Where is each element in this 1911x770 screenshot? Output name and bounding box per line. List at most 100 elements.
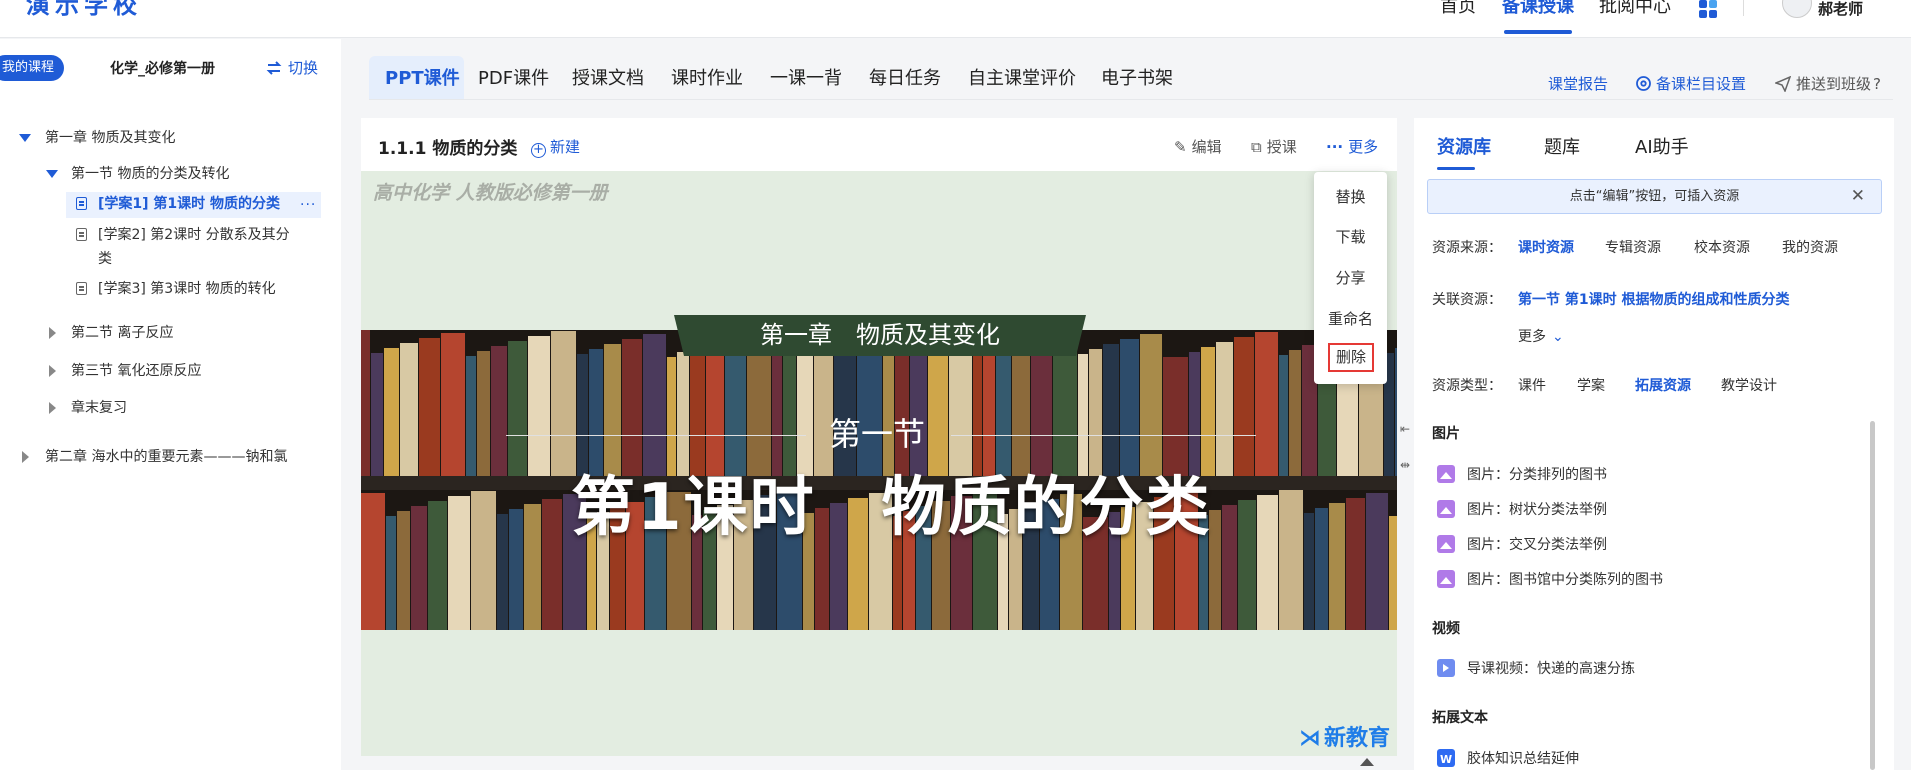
- book-spine: [397, 511, 410, 630]
- book-spine: [1216, 342, 1233, 476]
- expand-chevron-icon[interactable]: [46, 170, 58, 178]
- resource-item[interactable]: 图片：交叉分类法举例: [1437, 535, 1607, 555]
- book-spine: [384, 348, 399, 476]
- tree-item-lesson-2[interactable]: [学案2] 第2课时 分散系及其分: [98, 225, 290, 245]
- book-spine: [1366, 493, 1388, 630]
- menu-download[interactable]: 下载: [1314, 226, 1387, 247]
- related-resource-link[interactable]: 第一节 第1课时 根据物质的组成和性质分类: [1518, 289, 1790, 309]
- edit-button[interactable]: ✎ 编辑: [1174, 136, 1222, 157]
- book-spine: [1395, 348, 1397, 476]
- tab-one-lesson-recite[interactable]: 一课一背: [770, 67, 842, 91]
- book-spine: [471, 491, 496, 630]
- school-logo[interactable]: 演示学校: [26, 0, 142, 20]
- teach-label: 授课: [1266, 138, 1297, 156]
- tab-ai-assistant[interactable]: AI助手: [1635, 133, 1689, 159]
- nav-divider: [1743, 0, 1744, 16]
- source-school[interactable]: 校本资源: [1694, 237, 1750, 257]
- book-spine: [1315, 508, 1328, 630]
- resource-scrollbar[interactable]: [1870, 421, 1875, 770]
- book-spine: [441, 333, 465, 476]
- tab-resource-library[interactable]: 资源库: [1437, 133, 1491, 159]
- slide-preview[interactable]: 高中化学 人教版必修第一册 第一章 物质及其变化 第一节 第1课时 物质的分类 …: [361, 171, 1397, 756]
- switch-course-button[interactable]: 切换: [266, 57, 318, 78]
- collapse-chevron-icon[interactable]: [49, 327, 56, 339]
- tab-ebook-shelf[interactable]: 电子书架: [1101, 67, 1173, 91]
- help-icon[interactable]: ?: [1873, 75, 1881, 93]
- menu-replace[interactable]: 替换: [1314, 186, 1387, 207]
- book-spine: [524, 504, 541, 630]
- tab-teaching-doc[interactable]: 授课文档: [572, 67, 644, 91]
- drag-handle-icon[interactable]: ⇹: [1400, 458, 1410, 472]
- new-button[interactable]: + 新建: [531, 136, 580, 158]
- tab-question-bank[interactable]: 题库: [1544, 133, 1580, 159]
- book-spine: [542, 499, 562, 630]
- tree-item-lesson-1[interactable]: [学案1] 第1课时 物质的分类: [98, 194, 280, 214]
- collapse-chevron-icon[interactable]: [22, 451, 29, 463]
- tab-daily-task[interactable]: 每日任务: [869, 67, 941, 91]
- book-spine: [491, 346, 507, 476]
- tree-item-lesson-2-wrap[interactable]: 类: [98, 249, 112, 269]
- resource-item[interactable]: 图片：树状分类法举例: [1437, 500, 1607, 520]
- book-spine: [1255, 332, 1278, 476]
- tab-self-evaluation[interactable]: 自主课堂评价: [968, 67, 1076, 91]
- active-tab-indicator: [1437, 167, 1475, 170]
- source-album[interactable]: 专辑资源: [1605, 237, 1661, 257]
- avatar[interactable]: [1782, 0, 1812, 18]
- resource-item[interactable]: 导课视频：快递的高速分拣: [1437, 659, 1635, 679]
- tree-section-2[interactable]: 第二节 离子反应: [71, 323, 173, 343]
- tree-item-lesson-3[interactable]: [学案3] 第3课时 物质的转化: [98, 279, 276, 299]
- nav-grading-center[interactable]: 批阅中心: [1599, 0, 1671, 36]
- collapse-chevron-icon[interactable]: [49, 365, 56, 377]
- class-report-link[interactable]: 课堂报告: [1548, 73, 1608, 94]
- menu-rename[interactable]: 重命名: [1314, 308, 1387, 329]
- tree-review[interactable]: 章末复习: [71, 398, 127, 418]
- tree-section-1[interactable]: 第一节 物质的分类及转化: [71, 164, 229, 184]
- tree-chapter-1[interactable]: 第一章 物质及其变化: [45, 128, 175, 148]
- tab-ppt[interactable]: PPT课件: [369, 56, 464, 100]
- teach-button[interactable]: ⧉ 授课: [1251, 136, 1297, 157]
- book-spine: [1289, 350, 1301, 476]
- hint-text: 点击“编辑”按钮，可插入资源: [1569, 189, 1740, 204]
- tree-section-3[interactable]: 第三节 氧化还原反应: [71, 361, 201, 381]
- panel-toggle-icon[interactable]: ⇤: [1400, 422, 1410, 436]
- column-settings-button[interactable]: 备课栏目设置: [1635, 73, 1746, 94]
- menu-delete[interactable]: 删除: [1328, 343, 1374, 372]
- tab-pdf[interactable]: PDF课件: [478, 67, 549, 91]
- resource-item[interactable]: 图片：图书馆中分类陈列的图书: [1437, 570, 1663, 590]
- more-related-toggle[interactable]: 更多 ⌄: [1518, 326, 1564, 346]
- book-spine: [1389, 516, 1397, 630]
- source-mine[interactable]: 我的资源: [1782, 237, 1838, 257]
- close-icon[interactable]: ✕: [1851, 180, 1865, 213]
- more-related-label: 更多: [1518, 329, 1546, 345]
- more-button[interactable]: ··· 更多: [1326, 136, 1378, 157]
- menu-share[interactable]: 分享: [1314, 267, 1387, 288]
- expand-chevron-icon[interactable]: [19, 134, 31, 142]
- apps-grid-icon[interactable]: [1699, 0, 1717, 18]
- plus-circle-icon: +: [531, 143, 546, 158]
- courseware-title: 1.1.1 物质的分类: [378, 139, 518, 159]
- item-more-menu[interactable]: ···: [300, 197, 316, 213]
- resource-item[interactable]: 胶体知识总结延伸: [1437, 749, 1579, 770]
- book-spine: [643, 334, 666, 476]
- resource-item[interactable]: 图片：分类排列的图书: [1437, 465, 1607, 485]
- push-to-class-button[interactable]: 推送到班级?: [1773, 73, 1881, 94]
- type-teaching-design[interactable]: 教学设计: [1721, 375, 1777, 395]
- column-settings-label: 备课栏目设置: [1656, 75, 1747, 93]
- scroll-up-icon[interactable]: [1360, 758, 1374, 766]
- collapse-chevron-icon[interactable]: [49, 402, 56, 414]
- type-study-plan[interactable]: 学案: [1577, 375, 1605, 395]
- user-name[interactable]: 郝老师: [1818, 0, 1863, 19]
- document-icon: [76, 197, 87, 210]
- book-spine: [428, 501, 447, 630]
- book-spine: [477, 351, 490, 476]
- switch-label: 切换: [288, 59, 319, 77]
- my-course-badge[interactable]: 我的课程: [0, 55, 65, 81]
- type-courseware[interactable]: 课件: [1518, 375, 1546, 395]
- type-extended[interactable]: 拓展资源: [1635, 375, 1691, 395]
- tree-chapter-2[interactable]: 第二章 海水中的重要元素———钠和氯: [45, 447, 287, 467]
- tab-homework[interactable]: 课时作业: [671, 67, 743, 91]
- nav-home[interactable]: 首页: [1440, 0, 1476, 36]
- source-lesson[interactable]: 课时资源: [1518, 237, 1574, 257]
- book-spine: [1279, 355, 1288, 476]
- nav-prepare-teach[interactable]: 备课授课: [1502, 0, 1574, 36]
